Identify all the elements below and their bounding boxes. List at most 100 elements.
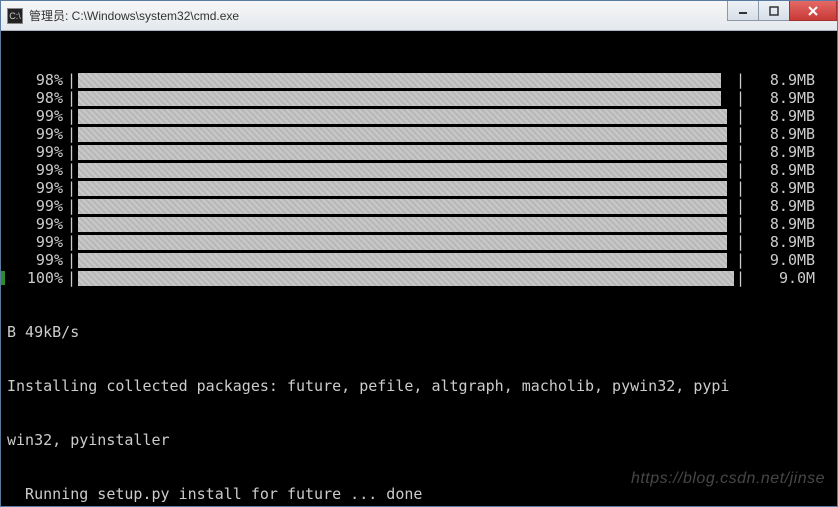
decorative-strip bbox=[1, 271, 5, 285]
progress-bar-fill bbox=[78, 253, 727, 268]
progress-size: 8.9MB bbox=[745, 107, 815, 125]
pipe-char: | bbox=[67, 89, 76, 107]
progress-bar-fill bbox=[78, 109, 727, 124]
progress-percent: 99% bbox=[7, 251, 67, 269]
progress-block: 98%||8.9MB98%||8.9MB99%||8.9MB99%||8.9MB… bbox=[7, 71, 831, 287]
progress-percent: 99% bbox=[7, 215, 67, 233]
pipe-char: | bbox=[736, 251, 745, 269]
progress-size: 9.0MB bbox=[745, 251, 815, 269]
pipe-char: | bbox=[67, 107, 76, 125]
pipe-char: | bbox=[736, 233, 745, 251]
window-controls bbox=[728, 1, 837, 30]
progress-bar-fill bbox=[78, 145, 727, 160]
output-line: win32, pyinstaller bbox=[7, 431, 831, 449]
progress-size: 8.9MB bbox=[745, 71, 815, 89]
progress-bar-fill bbox=[78, 217, 727, 232]
pipe-char: | bbox=[67, 179, 76, 197]
progress-bar-fill bbox=[78, 91, 721, 106]
progress-size: 8.9MB bbox=[745, 125, 815, 143]
progress-bar-fill bbox=[78, 127, 727, 142]
progress-bar-remain bbox=[729, 163, 736, 178]
pipe-char: | bbox=[736, 215, 745, 233]
progress-size: 9.0M bbox=[745, 269, 815, 287]
pipe-char: | bbox=[736, 161, 745, 179]
progress-line: 98%||8.9MB bbox=[7, 71, 831, 89]
pipe-char: | bbox=[67, 269, 76, 287]
progress-line: 99%||8.9MB bbox=[7, 179, 831, 197]
progress-bar-remain bbox=[723, 91, 736, 106]
progress-line: 99%||8.9MB bbox=[7, 161, 831, 179]
progress-percent: 99% bbox=[7, 233, 67, 251]
output-line: Running setup.py install for future ... … bbox=[7, 485, 831, 503]
progress-percent: 99% bbox=[7, 143, 67, 161]
pipe-char: | bbox=[736, 89, 745, 107]
progress-bar-remain bbox=[729, 217, 736, 232]
progress-bar-remain bbox=[729, 181, 736, 196]
progress-size: 8.9MB bbox=[745, 233, 815, 251]
titlebar[interactable]: C:\ 管理员: C:\Windows\system32\cmd.exe bbox=[1, 1, 837, 31]
pipe-char: | bbox=[736, 125, 745, 143]
output-line: B 49kB/s bbox=[7, 323, 831, 341]
progress-bar-remain bbox=[723, 73, 736, 88]
pipe-char: | bbox=[736, 179, 745, 197]
progress-line: 98%||8.9MB bbox=[7, 89, 831, 107]
progress-line: 99%||9.0MB bbox=[7, 251, 831, 269]
cmd-icon: C:\ bbox=[7, 8, 23, 24]
progress-percent: 98% bbox=[7, 71, 67, 89]
progress-bar-remain bbox=[729, 127, 736, 142]
progress-line: 99%||8.9MB bbox=[7, 215, 831, 233]
close-button[interactable] bbox=[789, 1, 837, 21]
progress-size: 8.9MB bbox=[745, 143, 815, 161]
minimize-icon bbox=[738, 6, 748, 16]
cmd-window: C:\ 管理员: C:\Windows\system32\cmd.exe 98%… bbox=[0, 0, 838, 507]
pipe-char: | bbox=[67, 215, 76, 233]
pipe-char: | bbox=[736, 107, 745, 125]
progress-size: 8.9MB bbox=[745, 215, 815, 233]
progress-percent: 99% bbox=[7, 125, 67, 143]
pipe-char: | bbox=[67, 125, 76, 143]
progress-bar-remain bbox=[729, 253, 736, 268]
pipe-char: | bbox=[67, 71, 76, 89]
pipe-char: | bbox=[67, 233, 76, 251]
pipe-char: | bbox=[67, 197, 76, 215]
pipe-char: | bbox=[736, 143, 745, 161]
pipe-char: | bbox=[736, 269, 745, 287]
progress-bar-remain bbox=[729, 235, 736, 250]
maximize-button[interactable] bbox=[758, 1, 790, 21]
progress-percent: 98% bbox=[7, 89, 67, 107]
progress-line: 100%||9.0M bbox=[7, 269, 831, 287]
progress-percent: 99% bbox=[7, 107, 67, 125]
output-line: Installing collected packages: future, p… bbox=[7, 377, 831, 395]
progress-size: 8.9MB bbox=[745, 179, 815, 197]
progress-line: 99%||8.9MB bbox=[7, 107, 831, 125]
progress-percent: 99% bbox=[7, 161, 67, 179]
progress-size: 8.9MB bbox=[745, 197, 815, 215]
progress-size: 8.9MB bbox=[745, 89, 815, 107]
progress-bar-remain bbox=[729, 199, 736, 214]
progress-size: 8.9MB bbox=[745, 161, 815, 179]
progress-bar-fill bbox=[78, 73, 721, 88]
pipe-char: | bbox=[67, 161, 76, 179]
progress-bar-remain bbox=[729, 145, 736, 160]
progress-bar-remain bbox=[729, 109, 736, 124]
progress-bar-fill bbox=[78, 181, 727, 196]
progress-bar-fill bbox=[78, 163, 727, 178]
progress-line: 99%||8.9MB bbox=[7, 233, 831, 251]
progress-bar-fill bbox=[78, 271, 734, 286]
progress-percent: 99% bbox=[7, 197, 67, 215]
minimize-button[interactable] bbox=[727, 1, 759, 21]
progress-percent: 100% bbox=[7, 269, 67, 287]
maximize-icon bbox=[769, 6, 779, 16]
window-title: 管理员: C:\Windows\system32\cmd.exe bbox=[29, 7, 728, 24]
progress-bar-fill bbox=[78, 235, 727, 250]
progress-line: 99%||8.9MB bbox=[7, 143, 831, 161]
progress-line: 99%||8.9MB bbox=[7, 125, 831, 143]
pipe-char: | bbox=[736, 197, 745, 215]
close-icon bbox=[807, 5, 819, 17]
terminal-output[interactable]: 98%||8.9MB98%||8.9MB99%||8.9MB99%||8.9MB… bbox=[1, 31, 837, 506]
pipe-char: | bbox=[736, 71, 745, 89]
pipe-char: | bbox=[67, 251, 76, 269]
progress-line: 99%||8.9MB bbox=[7, 197, 831, 215]
progress-percent: 99% bbox=[7, 179, 67, 197]
pipe-char: | bbox=[67, 143, 76, 161]
